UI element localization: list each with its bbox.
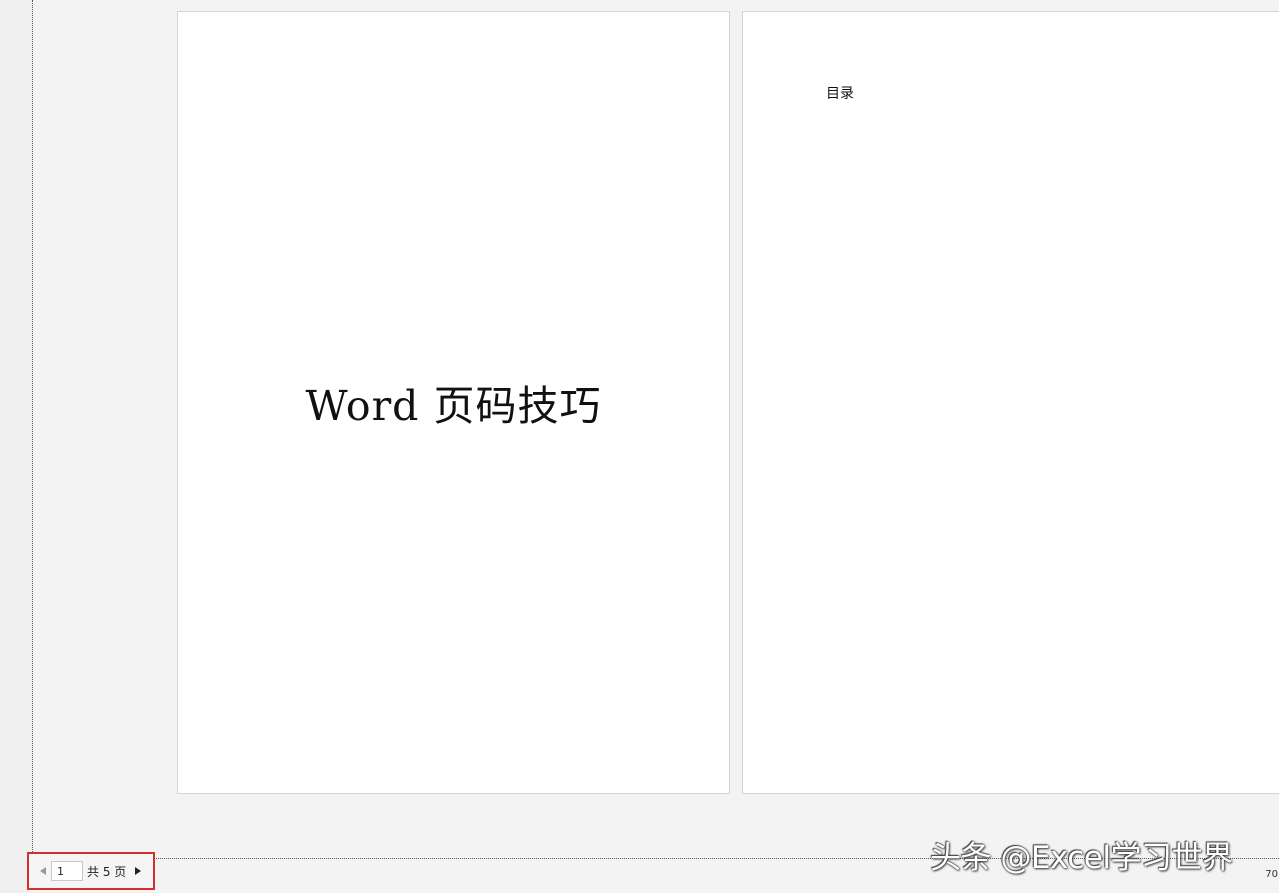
toc-heading: 目录	[826, 86, 854, 102]
page-navigator: 共 5 页	[27, 852, 155, 890]
left-ruler-strip	[0, 0, 32, 893]
zoom-level: 70	[1265, 869, 1278, 880]
preview-page-2[interactable]: 目录	[742, 11, 1279, 794]
triangle-right-icon	[135, 867, 142, 875]
prev-page-button[interactable]	[37, 864, 49, 878]
preview-page-1[interactable]: Word 页码技巧	[177, 11, 730, 794]
page-number-input[interactable]	[51, 861, 83, 881]
next-page-button[interactable]	[132, 864, 144, 878]
triangle-left-icon	[40, 867, 46, 875]
cover-title: Word 页码技巧	[305, 382, 602, 430]
total-pages-label: 共 5 页	[87, 864, 127, 879]
watermark: 头条 @Excel学习世界	[930, 840, 1233, 876]
vertical-margin-guide	[32, 0, 33, 858]
